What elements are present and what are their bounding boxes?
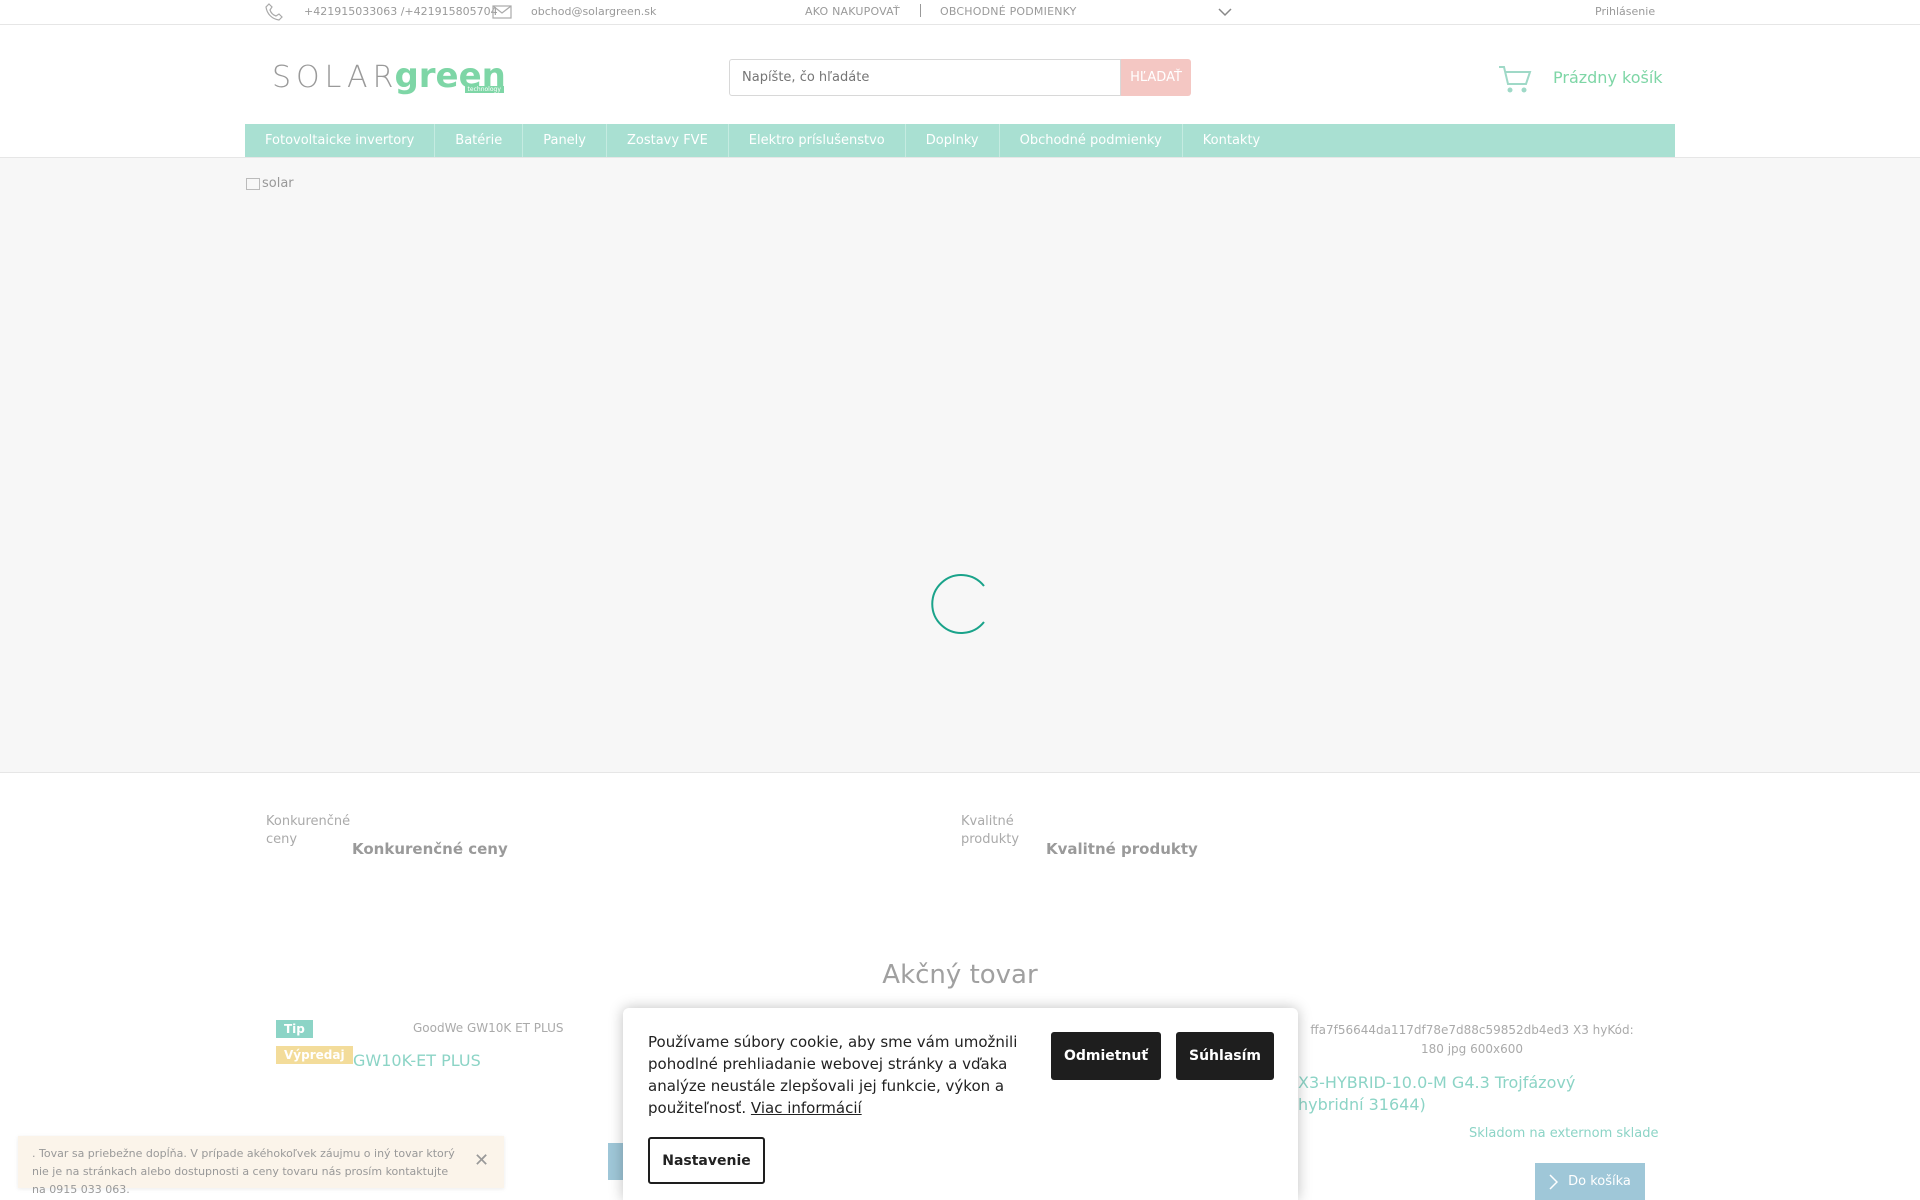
logo-subtext: technology — [464, 86, 504, 93]
badge-tip: Tip — [276, 1020, 313, 1038]
hero-banner — [0, 158, 1920, 773]
badge-sale: Výpredaj — [276, 1046, 353, 1064]
cookie-reject-button[interactable]: Odmietnuť — [1051, 1032, 1161, 1080]
nav-item-invertory[interactable]: Fotovoltaicke invertory — [245, 124, 436, 157]
search-input[interactable] — [729, 59, 1121, 96]
nav-item-podmienky[interactable]: Obchodné podmienky — [1000, 124, 1183, 157]
cookie-banner: Používame súbory cookie, aby sme vám umo… — [623, 1008, 1298, 1200]
add-to-cart-label: Do košíka — [1568, 1174, 1631, 1189]
product-name[interactable]: X3-HYBRID-10.0-M G4.3 Trojfázový hybridn… — [1298, 1072, 1638, 1116]
nav-item-zostavy[interactable]: Zostavy FVE — [607, 124, 729, 157]
add-to-cart-button[interactable]: Do košíka — [1535, 1163, 1645, 1200]
link-how-to-buy[interactable]: AKO NAKUPOVAŤ — [805, 5, 900, 18]
benefit-label-quality: Kvalitné produkty — [1046, 840, 1198, 858]
benefit-image-quality: Kvalitné produkty — [961, 814, 1020, 847]
product-name[interactable]: GW10K-ET PLUS — [353, 1051, 481, 1070]
banner-image: solar — [246, 176, 294, 191]
stock-notice: . Tovar sa priebežne dopĺňa. V prípade a… — [18, 1136, 504, 1196]
cookie-settings-button[interactable]: Nastavenie — [648, 1137, 765, 1184]
nav-item-baterie[interactable]: Batérie — [435, 124, 524, 157]
cart-label[interactable]: Prázdny košík — [1553, 68, 1663, 87]
nav-item-panely[interactable]: Panely — [523, 124, 607, 157]
close-icon[interactable]: ✕ — [474, 1150, 489, 1171]
section-title: Akčný tovar — [882, 960, 1038, 990]
nav-item-kontakty[interactable]: Kontakty — [1183, 124, 1280, 157]
loading-spinner-icon — [931, 574, 985, 634]
logo-text-solar: SOLAR — [272, 60, 399, 95]
phone-number[interactable]: +421915033063 /+421915805704 — [304, 5, 498, 18]
mail-icon — [492, 5, 512, 19]
site-logo[interactable]: SOLARgreen technology — [272, 56, 506, 96]
product-image[interactable]: GoodWe GW10K ET PLUS — [413, 1021, 564, 1035]
email-link[interactable]: obchod@solargreen.sk — [531, 5, 656, 18]
topbar-divider — [920, 4, 921, 17]
top-bar: +421915033063 /+421915805704 obchod@sola… — [0, 0, 1920, 25]
cart-icon[interactable] — [1498, 64, 1532, 94]
broken-image-icon — [246, 177, 260, 190]
login-link[interactable]: Prihlásenie — [1595, 5, 1655, 18]
link-terms[interactable]: OBCHODNÉ PODMIENKY — [940, 5, 1077, 18]
chevron-right-icon — [1549, 1173, 1559, 1190]
chevron-down-icon[interactable] — [1218, 8, 1232, 17]
stock-status: Skladom na externom sklade — [1469, 1126, 1659, 1141]
phone-icon — [265, 3, 283, 21]
nav-item-elektro[interactable]: Elektro príslušenstvo — [729, 124, 906, 157]
cookie-more-info-link[interactable]: Viac informácií — [751, 1099, 862, 1117]
benefit-image-prices: Konkurenčné ceny — [266, 814, 351, 847]
banner-image-alt: solar — [262, 176, 294, 191]
nav-item-doplnky[interactable]: Doplnky — [906, 124, 1000, 157]
cookie-text: Používame súbory cookie, aby sme vám umo… — [648, 1031, 1023, 1119]
product-image[interactable]: ffa7f56644da117df78e7d88c59852db4ed3 X3 … — [1298, 1021, 1646, 1059]
cookie-accept-button[interactable]: Súhlasím — [1176, 1032, 1274, 1080]
notice-text: . Tovar sa priebežne dopĺňa. V prípade a… — [32, 1147, 455, 1196]
benefit-label-prices: Konkurenčné ceny — [352, 840, 508, 858]
search-button[interactable]: HĽADAŤ — [1121, 59, 1191, 96]
main-nav: Fotovoltaicke invertory Batérie Panely Z… — [245, 124, 1675, 157]
